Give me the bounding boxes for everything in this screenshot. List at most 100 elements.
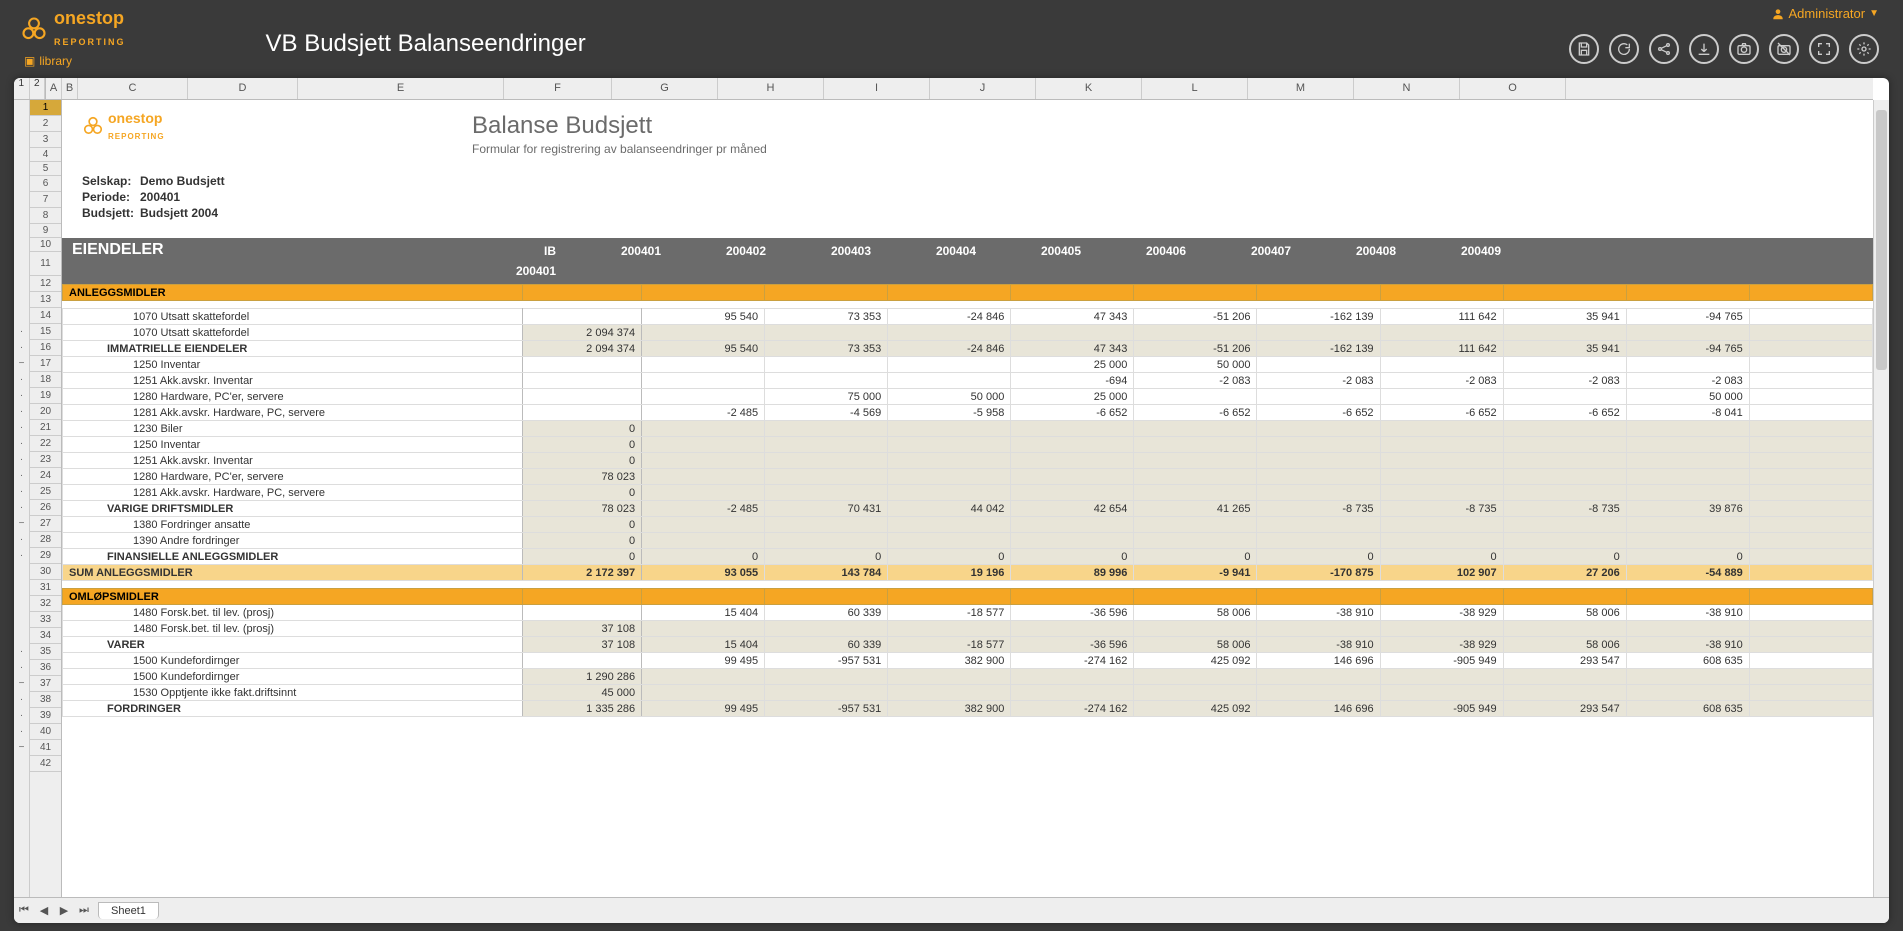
- cell[interactable]: -51 206: [1134, 309, 1257, 325]
- cell[interactable]: -94 765: [1626, 341, 1749, 357]
- cell[interactable]: [765, 485, 888, 501]
- outline-marker[interactable]: ·: [14, 404, 29, 420]
- cell[interactable]: [1749, 285, 1872, 301]
- cell[interactable]: [1749, 565, 1872, 581]
- cell[interactable]: 35 941: [1503, 341, 1626, 357]
- settings-icon[interactable]: [1849, 34, 1879, 64]
- cell[interactable]: [1380, 669, 1503, 685]
- library-link[interactable]: ▣library: [24, 54, 126, 68]
- cell-ib[interactable]: 2 094 374: [522, 341, 642, 357]
- cell[interactable]: -6 652: [1011, 405, 1134, 421]
- cell[interactable]: [1749, 685, 1872, 701]
- outline-marker[interactable]: ·: [14, 644, 29, 660]
- col-header[interactable]: H: [718, 78, 824, 99]
- row-header[interactable]: 10: [30, 238, 61, 252]
- cell[interactable]: [1749, 309, 1872, 325]
- cell[interactable]: 293 547: [1503, 701, 1626, 717]
- user-menu[interactable]: Administrator▼: [1771, 6, 1879, 21]
- outline-marker[interactable]: ·: [14, 548, 29, 564]
- cell[interactable]: 0: [1503, 549, 1626, 565]
- cell-ib[interactable]: 2 172 397: [522, 565, 642, 581]
- col-header[interactable]: E: [298, 78, 504, 99]
- cell[interactable]: [1011, 421, 1134, 437]
- cell[interactable]: -18 577: [888, 605, 1011, 621]
- cell[interactable]: [1380, 357, 1503, 373]
- cell[interactable]: [1011, 469, 1134, 485]
- cell[interactable]: -54 889: [1626, 565, 1749, 581]
- cell[interactable]: 382 900: [888, 701, 1011, 717]
- cell-ib[interactable]: 37 108: [522, 637, 642, 653]
- table-row[interactable]: VARER37 10815 40460 339-18 577-36 59658 …: [63, 637, 1873, 653]
- cell[interactable]: [1380, 437, 1503, 453]
- col-header[interactable]: B: [62, 78, 78, 99]
- cell-ib[interactable]: [522, 373, 642, 389]
- cell[interactable]: 425 092: [1134, 701, 1257, 717]
- table-row[interactable]: 1281 Akk.avskr. Hardware, PC, servere-2 …: [63, 405, 1873, 421]
- outline-marker[interactable]: ·: [14, 692, 29, 708]
- row-header[interactable]: 3: [30, 132, 61, 148]
- cell[interactable]: 382 900: [888, 653, 1011, 669]
- row-header[interactable]: 22: [30, 436, 61, 452]
- cell-ib[interactable]: 0: [522, 421, 642, 437]
- cell[interactable]: [1749, 437, 1872, 453]
- cell[interactable]: [1626, 485, 1749, 501]
- row-header[interactable]: 30: [30, 564, 61, 580]
- cell[interactable]: -8 735: [1503, 501, 1626, 517]
- cell[interactable]: -6 652: [1503, 405, 1626, 421]
- cell[interactable]: [1257, 421, 1380, 437]
- outline-marker[interactable]: [14, 252, 29, 276]
- cell[interactable]: [642, 421, 765, 437]
- outline-marker[interactable]: [14, 238, 29, 252]
- row-header[interactable]: 20: [30, 404, 61, 420]
- row-header[interactable]: 2: [30, 116, 61, 132]
- cell-ib[interactable]: 0: [522, 437, 642, 453]
- camera-icon[interactable]: [1729, 34, 1759, 64]
- cell[interactable]: 73 353: [765, 341, 888, 357]
- outline-marker[interactable]: ·: [14, 452, 29, 468]
- cell[interactable]: -905 949: [1380, 701, 1503, 717]
- cell[interactable]: [1380, 285, 1503, 301]
- cell[interactable]: [888, 453, 1011, 469]
- table-row[interactable]: 1280 Hardware, PC'er, servere78 023: [63, 469, 1873, 485]
- cell[interactable]: [1257, 389, 1380, 405]
- cell[interactable]: [1503, 533, 1626, 549]
- cell[interactable]: [1134, 533, 1257, 549]
- col-header[interactable]: A: [46, 78, 62, 99]
- cell[interactable]: [1626, 589, 1749, 605]
- cell[interactable]: 50 000: [1626, 389, 1749, 405]
- cell[interactable]: [1257, 437, 1380, 453]
- cell[interactable]: 99 495: [642, 653, 765, 669]
- cell[interactable]: 99 495: [642, 701, 765, 717]
- cell[interactable]: [1257, 621, 1380, 637]
- cell[interactable]: [1257, 357, 1380, 373]
- row-header[interactable]: 4: [30, 148, 61, 162]
- row-header[interactable]: 12: [30, 276, 61, 292]
- cell[interactable]: -162 139: [1257, 341, 1380, 357]
- cell[interactable]: [765, 437, 888, 453]
- cell[interactable]: [1503, 621, 1626, 637]
- cell[interactable]: [1749, 357, 1872, 373]
- cell-ib[interactable]: 0: [522, 533, 642, 549]
- cell[interactable]: [1257, 453, 1380, 469]
- cell[interactable]: [1011, 285, 1134, 301]
- cell[interactable]: [765, 453, 888, 469]
- row-header[interactable]: 28: [30, 532, 61, 548]
- cell-ib[interactable]: [522, 589, 642, 605]
- cell[interactable]: [1749, 549, 1872, 565]
- outline-gutter[interactable]: ··−·········−····−···−: [14, 100, 30, 897]
- row-header[interactable]: 35: [30, 644, 61, 660]
- outline-marker[interactable]: ·: [14, 724, 29, 740]
- cell[interactable]: 15 404: [642, 637, 765, 653]
- cell[interactable]: [1011, 685, 1134, 701]
- cell[interactable]: -2 083: [1626, 373, 1749, 389]
- cell[interactable]: [1749, 653, 1872, 669]
- row-header[interactable]: 11: [30, 252, 61, 276]
- outline-marker[interactable]: ·: [14, 468, 29, 484]
- sheet-tab[interactable]: Sheet1: [98, 902, 159, 919]
- cell[interactable]: [1749, 373, 1872, 389]
- cell[interactable]: -38 929: [1380, 605, 1503, 621]
- cell[interactable]: [1380, 589, 1503, 605]
- outline-marker[interactable]: [14, 192, 29, 208]
- cell[interactable]: [1503, 589, 1626, 605]
- tab-nav-next[interactable]: ▶: [54, 904, 74, 917]
